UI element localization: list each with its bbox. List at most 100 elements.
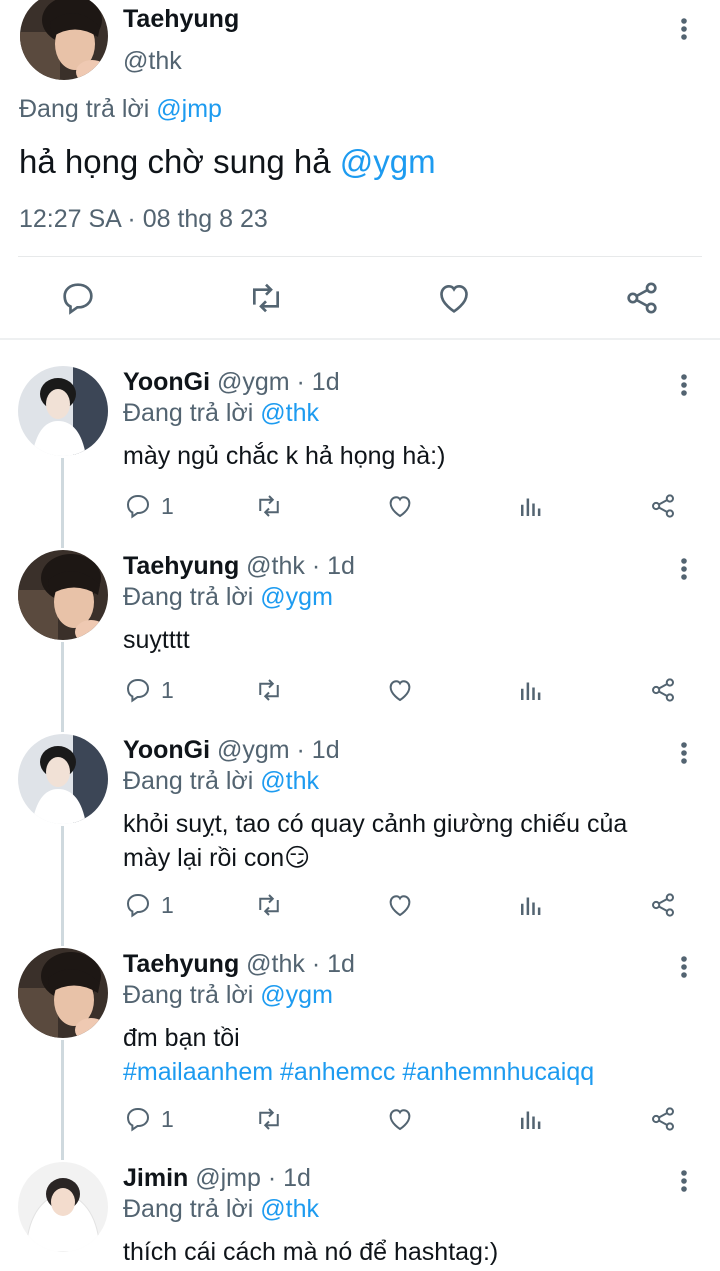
avatar[interactable] [20, 0, 108, 80]
reply-to-mention[interactable]: @ygm [260, 583, 333, 611]
reply-text: đm bạn tồi #mailaanhem #anhemcc #anhemnh… [123, 1021, 693, 1089]
author-name[interactable]: YoonGi [123, 368, 210, 396]
reply-to-mention[interactable]: @thk [260, 1195, 319, 1223]
retweet-icon [259, 1108, 279, 1130]
reply-header: YoonGi @ygm · 1d [123, 368, 340, 397]
reply-header: Taehyung @thk · 1d [123, 552, 355, 581]
author-handle[interactable]: @thk [246, 950, 305, 978]
reply-button[interactable]: 1 [123, 889, 174, 921]
reply-tweet[interactable]: YoonGi @ygm · 1d Đang trả lời @thk mày n… [0, 366, 720, 536]
reply-to-mention[interactable]: @ygm [260, 981, 333, 1009]
more-options-icon[interactable] [672, 952, 696, 982]
views-button[interactable] [516, 490, 546, 522]
reply-prefix: Đang trả lời [123, 767, 261, 795]
replying-to: Đang trả lời @ygm [123, 583, 333, 612]
reply-header: YoonGi @ygm · 1d [123, 736, 340, 765]
tweet-mention[interactable]: @ygm [340, 143, 436, 180]
reply-tweet[interactable]: Taehyung @thk · 1d Đang trả lời @ygm suỵ… [0, 550, 720, 720]
reply-to-mention[interactable]: @thk [260, 399, 319, 427]
author-handle[interactable]: @thk [246, 552, 305, 580]
more-options-icon[interactable] [672, 738, 696, 768]
retweet-icon [259, 894, 279, 916]
like-icon[interactable] [434, 278, 474, 318]
reply-button[interactable]: 1 [123, 490, 174, 522]
avatar[interactable] [18, 366, 108, 456]
avatar[interactable] [18, 550, 108, 640]
author-handle[interactable]: @thk [123, 47, 182, 76]
avatar[interactable] [18, 1162, 108, 1252]
avatar[interactable] [18, 948, 108, 1038]
reply-icon[interactable] [58, 278, 98, 318]
main-tweet: Taehyung @thk Đang trả lời @jmp hả họng … [0, 0, 720, 340]
reply-count: 1 [161, 676, 174, 703]
retweet-button[interactable] [254, 490, 284, 522]
more-options-icon[interactable] [672, 554, 696, 584]
reply-button[interactable]: 1 [123, 674, 174, 706]
avatar[interactable] [18, 734, 108, 824]
share-button[interactable] [648, 1103, 678, 1135]
reply-actions: 1 [0, 674, 720, 714]
retweet-button[interactable] [254, 889, 284, 921]
retweet-button[interactable] [254, 1103, 284, 1135]
reply-time: · 1d [289, 368, 340, 396]
views-icon [521, 682, 541, 700]
reply-prefix: Đang trả lời [123, 399, 261, 427]
views-button[interactable] [516, 674, 546, 706]
more-options-icon[interactable] [672, 1166, 696, 1196]
reply-tweet[interactable]: Jimin @jmp · 1d Đang trả lời @thk thích … [0, 1162, 720, 1271]
author-handle[interactable]: @ygm [217, 368, 290, 396]
reply-count: 1 [161, 492, 174, 519]
retweet-icon[interactable] [246, 278, 286, 318]
replying-to: Đang trả lời @thk [123, 399, 319, 428]
share-icon[interactable] [622, 278, 662, 318]
author-handle[interactable]: @ygm [217, 736, 290, 764]
like-button[interactable] [385, 889, 415, 921]
share-icon [652, 893, 674, 917]
share-button[interactable] [648, 889, 678, 921]
author-name[interactable]: YoonGi [123, 736, 210, 764]
share-button[interactable] [648, 674, 678, 706]
reply-prefix: Đang trả lời [123, 1195, 261, 1223]
more-options-icon[interactable] [672, 14, 696, 44]
reply-text: thích cái cách mà nó để hashtag:) [123, 1238, 499, 1266]
reply-to-mention[interactable]: @thk [260, 767, 319, 795]
reply-count: 1 [161, 891, 174, 918]
author-name[interactable]: Jimin [123, 1164, 188, 1192]
reply-text: mày ngủ chắc k hả họng hà:) [123, 442, 446, 470]
author-handle[interactable]: @jmp [195, 1164, 261, 1192]
tweet-actions [0, 272, 720, 324]
reply-actions: 1 [0, 490, 720, 530]
retweet-button[interactable] [254, 674, 284, 706]
author-name[interactable]: Taehyung [123, 950, 239, 978]
like-button[interactable] [385, 1103, 415, 1135]
reply-button[interactable]: 1 [123, 1103, 174, 1135]
reply-time: · 1d [304, 552, 355, 580]
reply-icon [126, 494, 150, 519]
views-icon [521, 498, 541, 516]
more-options-icon[interactable] [672, 370, 696, 400]
share-button[interactable] [648, 490, 678, 522]
views-icon [521, 897, 541, 915]
reply-icon [126, 1107, 150, 1132]
section-separator [0, 338, 720, 340]
author-name[interactable]: Taehyung [123, 5, 239, 34]
like-button[interactable] [385, 674, 415, 706]
replying-to: Đang trả lời @jmp [19, 95, 222, 124]
reply-tweet[interactable]: Taehyung @thk · 1d Đang trả lời @ygm đm … [0, 948, 720, 1148]
reply-prefix: Đang trả lời [123, 981, 261, 1009]
reply-to-mention[interactable]: @jmp [156, 95, 222, 123]
views-button[interactable] [516, 1103, 546, 1135]
views-button[interactable] [516, 889, 546, 921]
like-icon [389, 680, 411, 702]
replying-to: Đang trả lời @thk [123, 767, 319, 796]
like-button[interactable] [385, 490, 415, 522]
author-name[interactable]: Taehyung [123, 552, 239, 580]
views-icon [521, 1111, 541, 1129]
reply-time: · 1d [289, 736, 340, 764]
reply-header: Taehyung @thk · 1d [123, 950, 355, 979]
reply-tweet[interactable]: YoonGi @ygm · 1d Đang trả lời @thk khỏi … [0, 734, 720, 934]
hashtags[interactable]: #mailaanhem #anhemcc #anhemnhucaiqq [123, 1055, 693, 1089]
like-icon [389, 1109, 411, 1131]
like-icon [389, 895, 411, 917]
reply-prefix: Đang trả lời [123, 583, 261, 611]
